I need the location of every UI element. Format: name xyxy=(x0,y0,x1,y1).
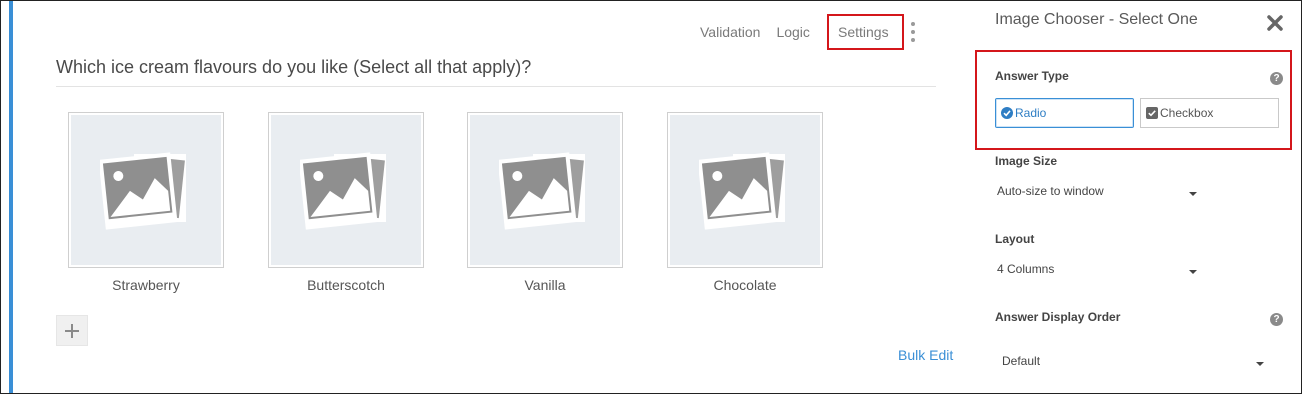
radio-option-label: Radio xyxy=(1015,106,1047,120)
check-circle-icon xyxy=(1001,107,1013,119)
choice-label[interactable]: Butterscotch xyxy=(268,277,424,293)
close-icon[interactable] xyxy=(1266,14,1284,32)
choice-label[interactable]: Strawberry xyxy=(68,277,224,293)
tab-validation[interactable]: Validation xyxy=(700,24,760,40)
image-size-value: Auto-size to window xyxy=(997,184,1104,198)
tab-settings[interactable]: Settings xyxy=(838,24,889,40)
question-toolbar: Validation Logic xyxy=(700,22,826,42)
layout-select[interactable]: 4 Columns xyxy=(997,262,1207,284)
layout-value: 4 Columns xyxy=(997,262,1055,276)
answer-type-label: Answer Type xyxy=(995,69,1069,83)
add-choice-button[interactable] xyxy=(56,315,88,346)
divider xyxy=(56,86,936,87)
display-order-value: Default xyxy=(1002,354,1041,368)
plus-icon xyxy=(65,323,79,338)
image-placeholder-icon xyxy=(699,152,785,230)
answer-type-radio-button[interactable]: Radio xyxy=(995,98,1134,128)
image-placeholder-icon xyxy=(100,152,186,230)
layout-label: Layout xyxy=(995,232,1035,246)
checkbox-option-label: Checkbox xyxy=(1160,106,1214,120)
chevron-down-icon xyxy=(1189,192,1197,196)
display-order-label: Answer Display Order xyxy=(995,310,1121,324)
display-order-select[interactable]: Default xyxy=(1002,354,1274,376)
question-title[interactable]: Which ice cream flavours do you like (Se… xyxy=(56,57,531,78)
panel-title: Image Chooser - Select One xyxy=(995,11,1198,28)
chevron-down-icon xyxy=(1256,362,1264,366)
help-icon[interactable]: ? xyxy=(1270,72,1283,85)
chevron-down-icon xyxy=(1189,270,1197,274)
image-choice[interactable]: Butterscotch xyxy=(268,112,424,293)
image-choice[interactable]: Chocolate xyxy=(667,112,823,293)
image-thumbnail[interactable] xyxy=(467,112,623,268)
image-choice[interactable]: Vanilla xyxy=(467,112,623,293)
answer-type-checkbox-button[interactable]: Checkbox xyxy=(1140,98,1279,128)
image-placeholder-icon xyxy=(300,152,386,230)
image-thumbnail[interactable] xyxy=(68,112,224,268)
question-focus-bar xyxy=(9,1,13,393)
tab-logic[interactable]: Logic xyxy=(776,24,809,40)
help-icon[interactable]: ? xyxy=(1270,313,1283,326)
image-placeholder-icon xyxy=(499,152,585,230)
image-thumbnail[interactable] xyxy=(667,112,823,268)
bulk-edit-link[interactable]: Bulk Edit xyxy=(898,347,953,363)
image-size-select[interactable]: Auto-size to window xyxy=(997,184,1207,206)
choice-label[interactable]: Vanilla xyxy=(467,277,623,293)
more-options-icon[interactable] xyxy=(910,22,916,42)
image-choice[interactable]: Strawberry xyxy=(68,112,224,293)
image-thumbnail[interactable] xyxy=(268,112,424,268)
checkbox-checked-icon xyxy=(1146,107,1158,119)
image-size-label: Image Size xyxy=(995,154,1058,168)
choice-label[interactable]: Chocolate xyxy=(667,277,823,293)
